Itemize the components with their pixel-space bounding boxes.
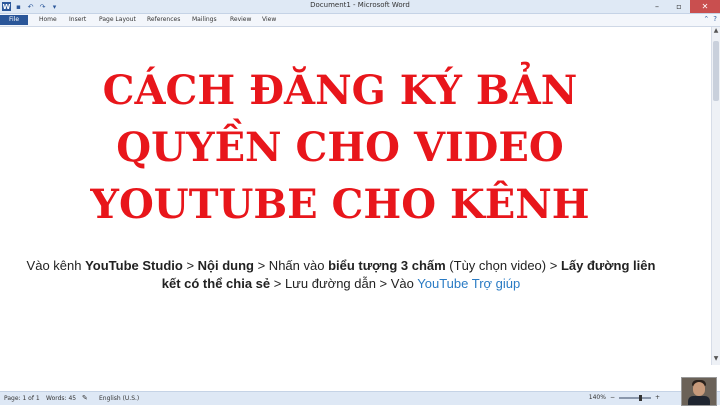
scroll-thumb[interactable] [713,41,719,101]
tab-references[interactable]: References [147,15,180,25]
text: > Nhấn vào [253,258,329,273]
scroll-up-icon[interactable]: ▲ [712,27,720,37]
tab-mailings[interactable]: Mailings [192,15,217,25]
text: > [182,258,198,273]
language[interactable]: English (U.S.) [99,395,139,402]
zoom-out-icon[interactable]: − [610,394,615,401]
document-paragraph: Vào kênh YouTube Studio > Nội dung > Nhấ… [18,257,664,293]
zoom-level[interactable]: 140% [589,394,606,401]
heading-line: CÁCH ĐĂNG KÝ BẢN [102,67,578,114]
close-button[interactable]: ✕ [690,0,720,13]
title-bar: W ▪ ↶ ↷ ▾ Document1 - Microsoft Word – ▫… [0,0,720,14]
tab-page-layout[interactable]: Page Layout [99,15,136,25]
tab-file[interactable]: File [0,15,28,25]
page-count[interactable]: Page: 1 of 1 [4,395,40,402]
text: Vào kênh [26,258,86,273]
zoom-in-icon[interactable]: + [655,394,660,401]
heading-line: QUYỀN CHO VIDEO [116,124,564,171]
tab-view[interactable]: View [262,15,276,25]
zoom-slider[interactable] [618,394,651,401]
presenter-webcam [681,377,717,406]
zoom-control: 140% − + [589,394,660,401]
window-controls: – ▫ ✕ [646,0,720,13]
scroll-down-icon[interactable]: ▼ [712,355,720,365]
tab-review[interactable]: Review [230,15,251,25]
ribbon-right-controls: ⌃ ? [703,15,717,23]
window-title: Document1 - Microsoft Word [310,1,410,9]
tab-home[interactable]: Home [39,15,57,25]
restore-button[interactable]: ▫ [668,0,690,13]
heading-line: YOUTUBE CHO KÊNH [90,181,590,228]
bold-text: biểu tượng 3 chấm [328,258,446,273]
proofing-icon[interactable]: ✎ [82,394,88,402]
help-icon[interactable]: ? [713,15,717,23]
document-heading: CÁCH ĐĂNG KÝ BẢN QUYỀN CHO VIDEO YOUTUBE… [0,62,680,233]
word-count[interactable]: Words: 45 [46,395,76,402]
status-bar: Page: 1 of 1 Words: 45 ✎ English (U.S.) … [0,391,720,405]
text: > Lưu đường dẫn > Vào [270,276,418,291]
help-link[interactable]: YouTube Trợ giúp [417,276,520,291]
tab-insert[interactable]: Insert [69,15,86,25]
minimize-button[interactable]: – [646,0,668,13]
text: (Tùy chọn video) > [445,258,561,273]
bold-text: Nội dung [197,258,254,273]
collapse-ribbon-icon[interactable]: ⌃ [703,15,709,23]
bold-text: YouTube Studio [85,258,183,273]
ribbon-tabs: File Home Insert Page Layout References … [0,14,720,27]
vertical-scrollbar[interactable]: ▲ ▼ [711,27,720,365]
